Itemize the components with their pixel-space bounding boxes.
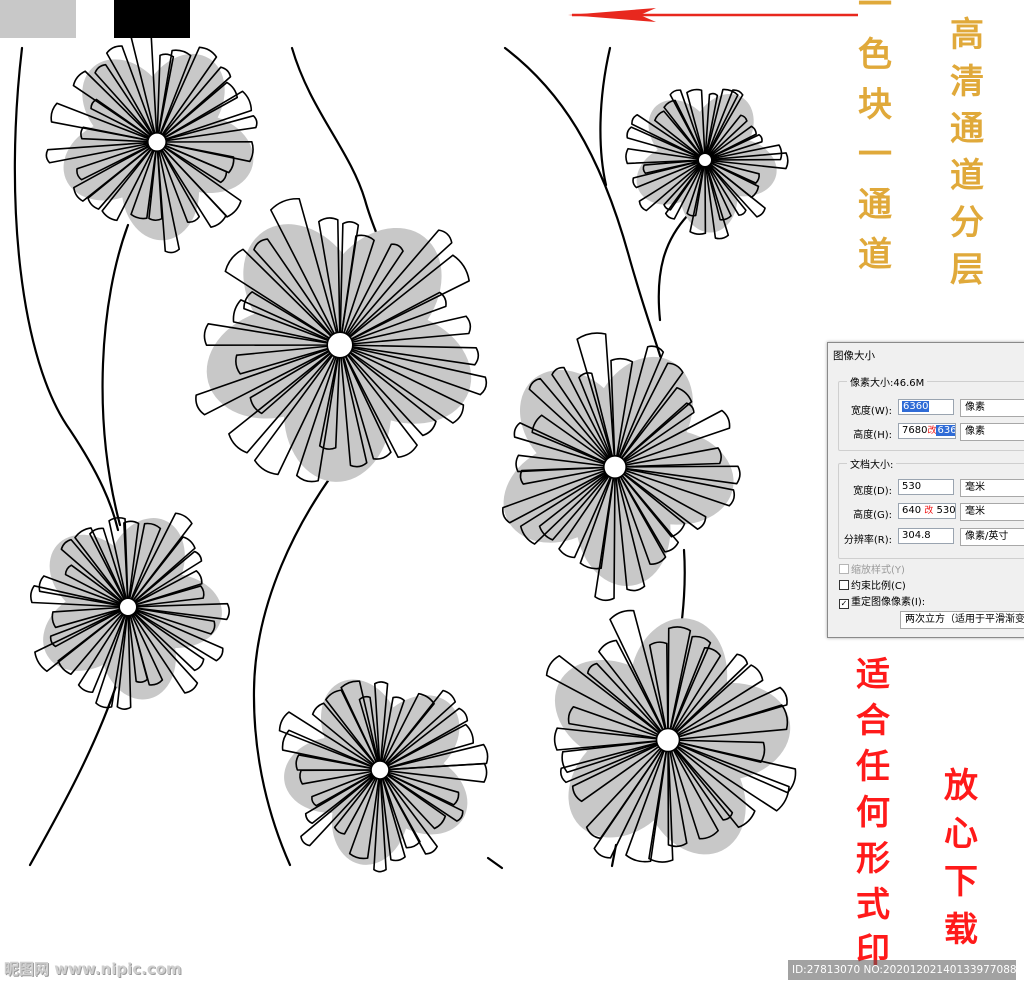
caption-char: 一 bbox=[858, 135, 892, 175]
caption-char: 块 bbox=[858, 85, 892, 125]
caption-char: 分 bbox=[950, 203, 984, 243]
caption-char: 高 bbox=[950, 15, 984, 55]
resolution-input[interactable]: 304.8 bbox=[898, 528, 954, 544]
flower-center bbox=[326, 331, 354, 359]
resample-method-select[interactable]: 两次立方（适用于平滑渐变 bbox=[900, 611, 1024, 629]
caption-char: 清 bbox=[950, 62, 984, 102]
constrain-proportions-checkbox[interactable]: 约束比例(C) bbox=[839, 577, 906, 592]
caption-char: 心 bbox=[944, 814, 978, 854]
caption-char: 通 bbox=[950, 109, 984, 149]
doc-size-label: 文档大小: bbox=[847, 456, 897, 471]
caption-char: 层 bbox=[950, 250, 984, 290]
caption-char: 色 bbox=[858, 35, 892, 75]
checkbox-icon: ✓ bbox=[839, 599, 849, 609]
scale-styles-checkbox[interactable]: 缩放样式(Y) bbox=[839, 561, 905, 576]
pixel-size-label: 像素大小:46.6M bbox=[847, 374, 928, 389]
dialog-title: 图像大小 bbox=[833, 350, 875, 362]
stem bbox=[486, 856, 504, 870]
doc-height-unit-select[interactable]: 毫米 bbox=[960, 503, 1024, 521]
caption-char: 合 bbox=[856, 701, 890, 741]
stem bbox=[290, 46, 382, 244]
flower bbox=[501, 332, 741, 602]
stem bbox=[101, 223, 130, 527]
stem bbox=[657, 213, 690, 322]
image-id-label: ID:27813070 NO:20201202140133977088 bbox=[788, 960, 1016, 980]
flower bbox=[29, 512, 230, 710]
flower bbox=[545, 609, 797, 863]
flower bbox=[45, 33, 258, 254]
pixel-height-label: 高度(H): bbox=[853, 430, 892, 441]
resample-checkbox[interactable]: ✓ 重定图像像素(I): bbox=[839, 593, 925, 609]
caption-char: 任 bbox=[856, 747, 890, 787]
pixel-height-input[interactable]: 7680改6360 bbox=[898, 423, 956, 439]
stem bbox=[599, 46, 612, 187]
caption-char: 道 bbox=[950, 156, 984, 196]
caption-char: 通 bbox=[858, 185, 892, 225]
flower-center bbox=[147, 132, 168, 153]
site-watermark: 昵图网 www.nipic.com bbox=[4, 960, 182, 978]
red-caption-right: 放心下载 bbox=[944, 762, 978, 954]
checkbox-icon bbox=[839, 564, 849, 574]
caption-char: 式 bbox=[856, 885, 890, 925]
flower bbox=[278, 679, 489, 873]
checkbox-icon bbox=[839, 580, 849, 590]
caption-char: 一 bbox=[858, 0, 892, 25]
caption-char: 形 bbox=[856, 839, 890, 879]
caption-char: 道 bbox=[858, 235, 892, 275]
doc-height-label: 高度(G): bbox=[853, 510, 892, 521]
resolution-label: 分辨率(R): bbox=[843, 535, 892, 546]
red-caption-left: 适合任何形式印 bbox=[856, 652, 890, 974]
pixel-width-label: 宽度(W): bbox=[850, 406, 892, 417]
left-arrow-icon bbox=[568, 8, 858, 22]
caption-char: 放 bbox=[944, 766, 978, 806]
flower bbox=[625, 88, 789, 240]
doc-width-input[interactable]: 530 bbox=[898, 479, 954, 495]
image-size-dialog: 图像大小 像素大小:46.6M 宽度(W): 6360 像素⌵ 高度(H): 7… bbox=[827, 342, 1024, 638]
flower-center bbox=[370, 760, 390, 780]
gold-caption-left: 一色块一通道 bbox=[858, 0, 892, 280]
flower-center bbox=[697, 152, 713, 168]
flower-center bbox=[118, 597, 138, 617]
pixel-width-unit-select[interactable]: 像素⌵ bbox=[960, 399, 1024, 417]
flower-center bbox=[602, 454, 627, 479]
gold-caption-right: 高清通道分层 bbox=[950, 12, 984, 294]
caption-char: 适 bbox=[856, 655, 890, 695]
caption-char: 何 bbox=[856, 793, 890, 833]
flower-center bbox=[655, 727, 681, 753]
caption-char: 载 bbox=[944, 910, 978, 950]
doc-height-input[interactable]: 640 改 530 bbox=[898, 503, 956, 519]
stem bbox=[503, 46, 667, 377]
pixel-width-input[interactable]: 6360 bbox=[898, 399, 954, 415]
caption-char: 下 bbox=[944, 862, 978, 902]
resolution-unit-select[interactable]: 像素/英寸 bbox=[960, 528, 1024, 546]
doc-width-label: 宽度(D): bbox=[853, 486, 892, 497]
pixel-height-unit-select[interactable]: 像素⌵ bbox=[960, 423, 1024, 441]
doc-width-unit-select[interactable]: 毫米 bbox=[960, 479, 1024, 497]
flower bbox=[195, 198, 488, 483]
